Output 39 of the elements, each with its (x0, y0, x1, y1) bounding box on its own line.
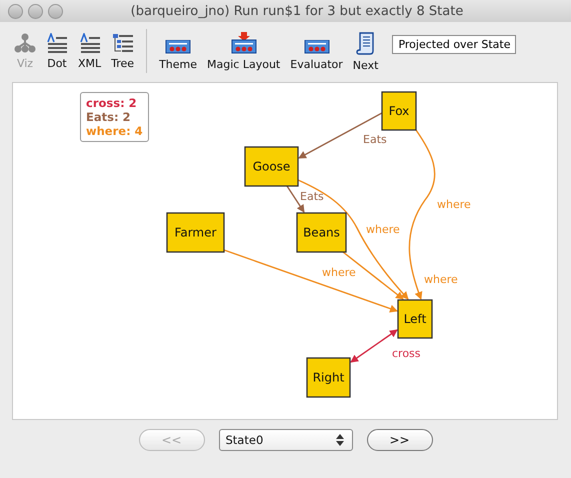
tree-list-icon (112, 32, 134, 52)
edge-label: where (437, 198, 471, 211)
legend-entry: cross: 2 (86, 96, 138, 110)
projection-label: Projected over State (392, 34, 516, 54)
toolbar-button[interactable]: Magic Layout (203, 30, 284, 72)
graph-node[interactable]: Goose (244, 146, 299, 187)
toolbar-button[interactable]: XML (74, 30, 106, 72)
toolbar-button[interactable]: Evaluator (286, 30, 347, 72)
edge-label: Eats (300, 190, 324, 203)
minimize-button[interactable] (28, 4, 43, 18)
graph-node[interactable]: Farmer (166, 212, 225, 253)
document-icon (46, 32, 68, 52)
layout-arrow-icon (230, 32, 257, 54)
node-tree-icon (14, 32, 36, 52)
stepper-icon (336, 434, 344, 446)
toolbar-button[interactable]: Next (348, 28, 382, 74)
control-panel-icon (304, 40, 330, 54)
edge-label: where (366, 223, 400, 236)
document-icon (78, 32, 101, 52)
graph-node[interactable]: Right (306, 357, 351, 398)
next-button[interactable]: >> (366, 429, 432, 451)
edge-label: Eats (363, 133, 387, 146)
edge-label: cross (392, 347, 421, 360)
legend-entry: Eats: 2 (86, 110, 132, 124)
toolbar-button[interactable]: Tree (107, 30, 138, 72)
scroll-icon (356, 30, 376, 54)
toolbar-button[interactable]: Theme (155, 30, 202, 72)
toolbar-button[interactable]: Dot (42, 30, 72, 72)
close-button[interactable] (8, 4, 23, 18)
edge-label: where (424, 273, 458, 286)
legend-entry: where: 4 (86, 124, 143, 138)
graph-node[interactable]: Fox (381, 91, 417, 131)
zoom-button[interactable] (48, 4, 63, 18)
control-panel-icon (165, 40, 192, 54)
edge-label: where (322, 266, 356, 279)
window-title: (barqueiro_jno) Run run$1 for 3 but exactly 8 State (130, 4, 464, 18)
graph-node[interactable]: Left (397, 299, 433, 339)
state-dropdown[interactable]: State0 (218, 429, 352, 451)
graph-node[interactable]: Beans (296, 212, 347, 253)
